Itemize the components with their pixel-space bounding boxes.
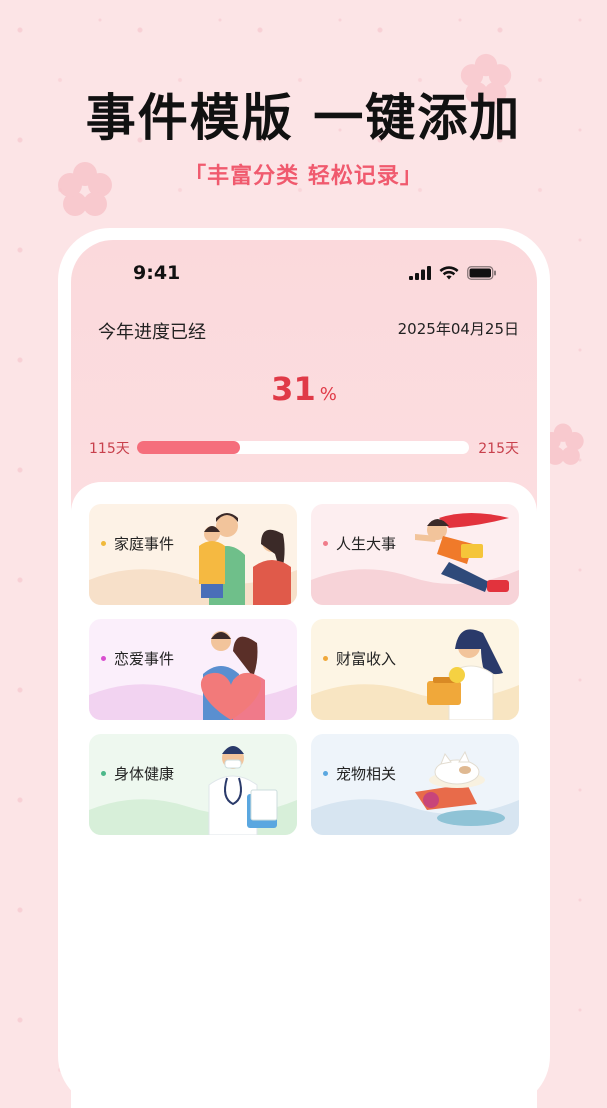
- percent-value: 31: [271, 370, 316, 408]
- category-card-wealth[interactable]: 财富收入: [311, 619, 519, 720]
- category-dot: [101, 656, 106, 661]
- promo-subline: 「丰富分类 轻松记录」: [184, 164, 423, 189]
- status-time: 9:41: [133, 262, 181, 284]
- category-label: 宠物相关: [323, 763, 396, 784]
- category-name: 人生大事: [336, 535, 397, 553]
- category-label: 财富收入: [323, 648, 396, 669]
- status-bar: 9:41: [71, 262, 537, 292]
- category-card-pets[interactable]: 宠物相关: [311, 734, 519, 835]
- category-dot: [323, 656, 328, 661]
- year-progress-title: 今年进度已经: [98, 322, 206, 343]
- category-name: 宠物相关: [336, 765, 397, 783]
- year-progress-bar: [137, 441, 469, 454]
- category-name: 恋爱事件: [114, 650, 175, 668]
- wealth-illustration: [427, 629, 503, 720]
- category-card-health[interactable]: 身体健康: [89, 734, 297, 835]
- current-date: 2025年04月25日: [397, 320, 519, 338]
- category-panel: 家庭事件 人生大事 恋爱事件 财富收入 身体健康 宠物相关: [71, 482, 537, 1108]
- family-illustration: [199, 513, 291, 605]
- days-remaining: 215天: [478, 441, 519, 457]
- phone-screen: 9:41 今年进度已经 2025年04月25日 31 % 115天 215天 家…: [71, 240, 537, 1108]
- year-progress-percent: 31%: [71, 370, 537, 408]
- category-card-family[interactable]: 家庭事件: [89, 504, 297, 605]
- category-dot: [323, 541, 328, 546]
- category-dot: [101, 541, 106, 546]
- category-label: 人生大事: [323, 533, 396, 554]
- category-dot: [323, 771, 328, 776]
- year-progress-fill: [137, 441, 240, 454]
- category-name: 家庭事件: [114, 535, 175, 553]
- doctor-illustration: [208, 746, 278, 835]
- status-icons: [409, 266, 497, 280]
- percent-unit: %: [319, 384, 337, 405]
- category-grid: 家庭事件 人生大事 恋爱事件 财富收入 身体健康 宠物相关: [89, 504, 519, 835]
- category-label: 身体健康: [101, 763, 174, 784]
- promo-headline: 事件模版 一键添加: [85, 89, 522, 147]
- category-label: 家庭事件: [101, 533, 174, 554]
- phone-frame: 9:41 今年进度已经 2025年04月25日 31 % 115天 215天 家…: [58, 228, 550, 1108]
- category-name: 身体健康: [114, 765, 175, 783]
- category-card-love[interactable]: 恋爱事件: [89, 619, 297, 720]
- category-label: 恋爱事件: [101, 648, 174, 669]
- battery-icon: [467, 266, 496, 280]
- category-dot: [101, 771, 106, 776]
- signal-icon: [409, 266, 431, 280]
- category-card-life-events[interactable]: 人生大事: [311, 504, 519, 605]
- pet-cat-illustration: [415, 750, 505, 826]
- wifi-icon: [439, 266, 459, 280]
- life-event-illustration: [415, 513, 509, 592]
- days-passed: 115天: [89, 441, 130, 457]
- love-couple-illustration: [200, 631, 265, 720]
- category-name: 财富收入: [336, 650, 397, 668]
